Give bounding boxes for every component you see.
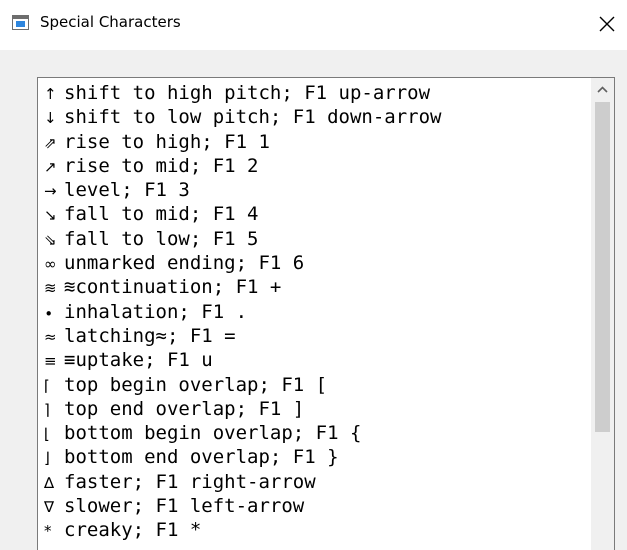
- special-character-symbol: ⇗: [44, 133, 57, 152]
- special-character-symbol: ∙: [44, 303, 54, 322]
- special-character-symbol: ⌋: [44, 449, 50, 468]
- special-character-symbol: *: [44, 522, 52, 541]
- special-character-label: rise to high; F1 1: [64, 130, 270, 153]
- special-character-symbol: ↘: [44, 206, 57, 225]
- special-character-symbol: ⌉: [44, 400, 50, 419]
- special-character-label: inhalation; F1 .: [64, 300, 248, 323]
- special-character-label: ≡uptake; F1 u: [64, 349, 213, 372]
- list-item[interactable]: ∇ slower; F1 left-arrow: [44, 494, 584, 518]
- special-character-symbol: ∞: [44, 255, 57, 274]
- special-character-symbol: ≋: [44, 279, 57, 298]
- close-button[interactable]: [593, 4, 627, 44]
- list-item[interactable]: ⇗ rise to high; F1 1: [44, 130, 584, 154]
- window-title: Special Characters: [40, 13, 181, 31]
- list-item[interactable]: ∞ unmarked ending; F1 6: [44, 251, 584, 275]
- character-list: ↑ shift to high pitch; F1 up-arrow ↓ shift …: [44, 81, 584, 543]
- special-character-symbol: ↓: [44, 109, 57, 128]
- special-character-symbol: ⇘: [44, 230, 57, 249]
- special-characters-window: Special Characters ↑ shift to high pitch;…: [0, 0, 627, 550]
- chevron-up-icon: [597, 86, 608, 93]
- special-character-label: ≋continuation; F1 +: [64, 276, 282, 299]
- list-item[interactable]: ↗ rise to mid; F1 2: [44, 154, 584, 178]
- vertical-scrollbar[interactable]: [591, 78, 614, 550]
- list-item[interactable]: ≈ latching≈; F1 =: [44, 324, 584, 348]
- list-item[interactable]: ∙ inhalation; F1 .: [44, 300, 584, 324]
- special-character-symbol: ⌊: [44, 425, 50, 444]
- list-item[interactable]: ⌉ top end overlap; F1 ]: [44, 397, 584, 421]
- special-character-label: top end overlap; F1 ]: [64, 397, 305, 420]
- special-character-label: level; F1 3: [64, 179, 190, 202]
- app-window-icon: [12, 15, 29, 30]
- list-item[interactable]: ↑ shift to high pitch; F1 up-arrow: [44, 81, 584, 105]
- list-item[interactable]: → level; F1 3: [44, 178, 584, 202]
- special-characters-list[interactable]: ↑ shift to high pitch; F1 up-arrow ↓ shift …: [37, 77, 615, 550]
- dialog-body: ↑ shift to high pitch; F1 up-arrow ↓ shift …: [0, 50, 627, 550]
- special-character-label: fall to low; F1 5: [64, 227, 259, 250]
- scroll-thumb[interactable]: [595, 102, 610, 432]
- special-character-label: shift to high pitch; F1 up-arrow: [64, 82, 431, 104]
- list-item[interactable]: ≋ ≋continuation; F1 +: [44, 275, 584, 299]
- special-character-label: shift to low pitch; F1 down-arrow: [64, 106, 442, 129]
- special-character-label: top begin overlap; F1 [: [64, 373, 328, 396]
- special-character-label: unmarked ending; F1 6: [64, 252, 305, 275]
- list-item[interactable]: ∆ faster; F1 right-arrow: [44, 470, 584, 494]
- special-character-label: bottom begin overlap; F1 {: [64, 422, 362, 445]
- special-character-label: fall to mid; F1 4: [64, 203, 259, 226]
- special-character-symbol: ↑: [44, 85, 57, 103]
- special-character-label: creaky; F1 *: [64, 519, 202, 542]
- list-item[interactable]: ⌋ bottom end overlap; F1 }: [44, 445, 584, 469]
- special-character-label: faster; F1 right-arrow: [64, 470, 316, 493]
- special-character-symbol: ↗: [44, 157, 57, 176]
- special-character-label: slower; F1 left-arrow: [64, 495, 305, 518]
- title-bar[interactable]: Special Characters: [0, 0, 627, 50]
- list-item[interactable]: ↘ fall to mid; F1 4: [44, 202, 584, 226]
- special-character-symbol: →: [44, 182, 57, 201]
- special-character-label: bottom end overlap; F1 }: [64, 446, 339, 469]
- scroll-up-button[interactable]: [591, 78, 614, 100]
- special-character-symbol: ≈: [44, 327, 57, 346]
- list-item[interactable]: ↓ shift to low pitch; F1 down-arrow: [44, 105, 584, 129]
- special-character-symbol: ∇: [44, 498, 55, 517]
- list-item[interactable]: * creaky; F1 *: [44, 518, 584, 542]
- special-character-symbol: ⌈: [44, 376, 50, 395]
- special-character-symbol: ∆: [44, 473, 55, 492]
- close-icon: [599, 16, 615, 32]
- list-item[interactable]: ⇘ fall to low; F1 5: [44, 227, 584, 251]
- special-character-label: latching≈; F1 =: [64, 324, 236, 347]
- list-item[interactable]: ≡ ≡uptake; F1 u: [44, 348, 584, 372]
- list-item[interactable]: ⌊ bottom begin overlap; F1 {: [44, 421, 584, 445]
- special-character-symbol: ≡: [44, 352, 57, 371]
- special-character-label: rise to mid; F1 2: [64, 154, 259, 177]
- list-item[interactable]: ⌈ top begin overlap; F1 [: [44, 373, 584, 397]
